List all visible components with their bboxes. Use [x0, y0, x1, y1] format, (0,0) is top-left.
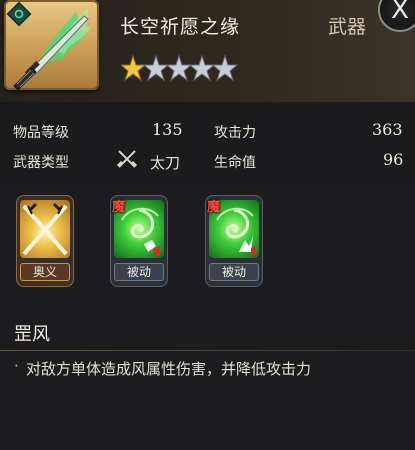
katana-icon [6, 1, 92, 91]
weapon-type-label: 武器类型 [13, 155, 69, 171]
hp-value: 96 [383, 150, 404, 169]
close-button[interactable]: X [378, 0, 415, 32]
skill-title: 罡风 [14, 324, 50, 345]
crossed-blades-icon [22, 202, 68, 256]
item-level-value: 135 [152, 120, 183, 139]
star-empty-icon [189, 55, 215, 81]
attack-label: 攻击力 [214, 125, 256, 141]
skill-ougi[interactable]: 奥义 [16, 195, 74, 287]
star-empty-icon [212, 55, 238, 81]
demon-badge: 魔 [207, 200, 221, 215]
star-empty-icon [143, 55, 169, 81]
star-filled-icon [121, 55, 146, 81]
skill-passive-2[interactable]: 魔 被动 [205, 195, 263, 287]
skill-ougi-icon [20, 200, 70, 258]
skill-passive-2-label: 被动 [209, 263, 259, 281]
item-type: 武器 [328, 16, 367, 38]
item-name: 长空祈愿之缘 [120, 16, 241, 38]
hp-label: 生命值 [214, 155, 256, 171]
weapon-portrait [4, 0, 99, 91]
bullet: · [14, 357, 19, 375]
star-empty-icon [166, 55, 192, 81]
skill-passive-1[interactable]: 魔 被动 [110, 195, 168, 287]
demon-badge: 魔 [112, 200, 126, 215]
weapon-type-value: 太刀 [150, 154, 181, 172]
star-icons [121, 55, 238, 81]
stats-panel: 物品等级 135 攻击力 363 武器类型 太刀 生命值 96 [0, 102, 415, 182]
item-header: 长空祈愿之缘 武器 X [0, 0, 415, 102]
close-icon: X [391, 0, 409, 25]
attack-value: 363 [372, 120, 403, 139]
skill-ougi-label: 奥义 [20, 263, 70, 281]
divider [0, 350, 415, 351]
item-level-label: 物品等级 [13, 125, 69, 141]
skill-description: 对敌方单体造成风属性伤害，并降低攻击力 [26, 360, 312, 378]
skill-passive-1-label: 被动 [114, 263, 164, 281]
crossed-swords-icon [116, 150, 138, 168]
star-rating [121, 54, 241, 82]
